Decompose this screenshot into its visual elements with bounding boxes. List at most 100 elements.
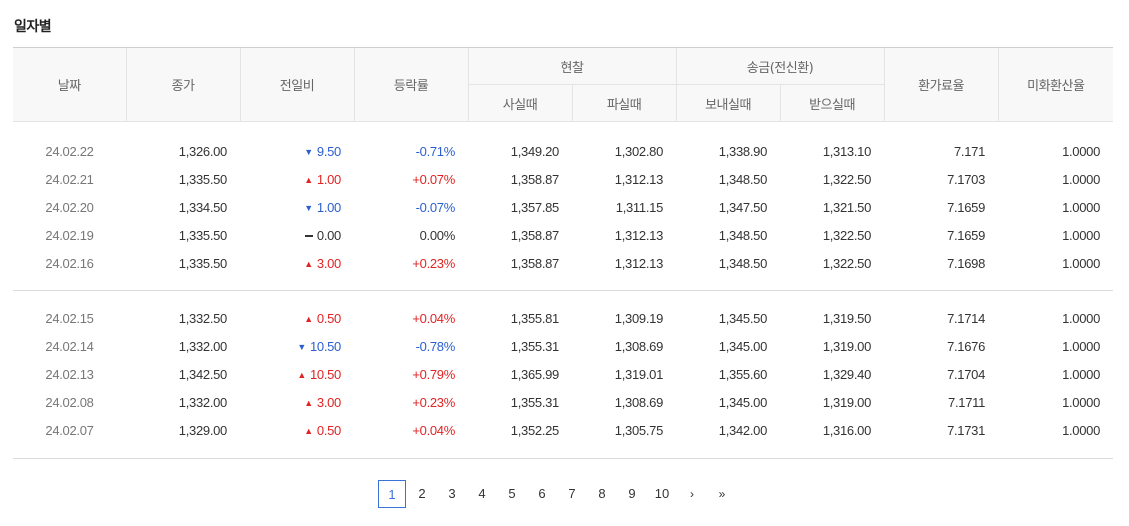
header-diff: 전일비 [239, 47, 354, 122]
table-body: 24.02.22 1,326.00 ▼ 9.50 -0.71% 1,349.20 1,302… [13, 122, 1114, 459]
diff-cell: 0.00 [240, 221, 354, 249]
page-3-button[interactable]: 3 [438, 480, 466, 508]
fx-rate-cell: 7.1703 [947, 171, 986, 187]
cash-sell-cell: 1,302.80 [614, 143, 664, 159]
table-row: 24.02.07 1,329.00 ▲ 0.50 +0.04% 1,352.25 1,305… [13, 416, 1113, 444]
cash-buy-cell: 1,355.31 [510, 338, 560, 354]
fx-rate-cell: 7.1676 [947, 338, 986, 354]
diff-value: 10.50 [309, 366, 341, 382]
last-page-button[interactable]: » [708, 480, 736, 508]
rate-cell: +0.04% [412, 422, 455, 438]
date-cell: 24.02.19 [45, 227, 94, 243]
page-10-button[interactable]: 10 [648, 480, 676, 508]
date-cell: 24.02.16 [45, 255, 94, 271]
remit-recv-cell: 1,322.50 [822, 171, 872, 187]
usd-rate-cell: 1.0000 [1062, 255, 1101, 271]
rate-cell: -0.78% [415, 338, 456, 354]
table-row: 24.02.14 1,332.00 ▼ 10.50 -0.78% 1,355.31 1,30… [13, 332, 1113, 360]
diff-value: 1.00 [316, 199, 341, 215]
cash-buy-cell: 1,358.87 [510, 255, 560, 271]
usd-rate-cell: 1.0000 [1062, 422, 1101, 438]
triangle-up-icon: ▲ [304, 397, 313, 408]
cash-sell-cell: 1,311.15 [615, 199, 664, 215]
usd-rate-cell: 1.0000 [1062, 394, 1101, 410]
usd-rate-cell: 1.0000 [1062, 310, 1101, 326]
remit-send-cell: 1,347.50 [718, 199, 768, 215]
page-6-button[interactable]: 6 [528, 480, 556, 508]
close-cell: 1,335.50 [178, 227, 228, 243]
section-title: 일자별 [14, 19, 52, 35]
diff-cell: ▼ 10.50 [240, 332, 354, 360]
page-7-button[interactable]: 7 [558, 480, 586, 508]
page-8-button[interactable]: 8 [588, 480, 616, 508]
triangle-down-icon: ▼ [304, 202, 313, 213]
remit-recv-cell: 1,322.50 [822, 227, 872, 243]
page-4-button[interactable]: 4 [468, 480, 496, 508]
remit-send-cell: 1,348.50 [718, 227, 768, 243]
cash-buy-cell: 1,357.85 [510, 199, 560, 215]
remit-send-cell: 1,348.50 [718, 255, 768, 271]
row-divider [13, 277, 1113, 291]
diff-cell: ▲ 0.50 [240, 304, 354, 332]
diff-value: 1.00 [316, 171, 341, 187]
close-cell: 1,332.00 [178, 394, 228, 410]
diff-value: 0.50 [316, 422, 341, 438]
fx-rate-cell: 7.1659 [947, 227, 986, 243]
fx-rate-cell: 7.1659 [947, 199, 986, 215]
header-cash: 현찰 [467, 47, 677, 85]
triangle-down-icon: ▼ [297, 341, 306, 352]
header-remit: 송금(전신환) [675, 47, 885, 85]
chevron-right-icon: › [690, 487, 694, 501]
dash-icon [304, 235, 313, 238]
diff-value: 3.00 [316, 255, 341, 271]
diff-value: 3.00 [316, 394, 341, 410]
cash-sell-cell: 1,312.13 [614, 227, 664, 243]
rate-cell: 0.00% [419, 227, 456, 243]
table-row: 24.02.08 1,332.00 ▲ 3.00 +0.23% 1,355.31 1,308… [13, 388, 1113, 416]
table-row: 24.02.21 1,335.50 ▲ 1.00 +0.07% 1,358.87 1,312… [13, 165, 1113, 193]
fx-rate-cell: 7.1704 [947, 366, 986, 382]
remit-recv-cell: 1,313.10 [822, 143, 872, 159]
usd-rate-cell: 1.0000 [1062, 199, 1101, 215]
date-cell: 24.02.14 [45, 338, 94, 354]
page-1-button[interactable]: 1 [378, 480, 406, 508]
remit-recv-cell: 1,322.50 [822, 255, 872, 271]
triangle-up-icon: ▲ [304, 174, 313, 185]
table-row: 24.02.16 1,335.50 ▲ 3.00 +0.23% 1,358.87 1,312… [13, 249, 1113, 277]
header-cash-sell: 파실때 [571, 84, 677, 122]
close-cell: 1,332.50 [178, 310, 228, 326]
header-date: 날짜 [13, 47, 126, 122]
page-9-button[interactable]: 9 [618, 480, 646, 508]
remit-recv-cell: 1,319.00 [822, 394, 872, 410]
rate-cell: -0.71% [415, 143, 456, 159]
usd-rate-cell: 1.0000 [1062, 143, 1101, 159]
row-divider [13, 291, 1113, 304]
cash-buy-cell: 1,355.31 [510, 394, 560, 410]
rate-cell: +0.23% [412, 255, 455, 271]
page-5-button[interactable]: 5 [498, 480, 526, 508]
cash-buy-cell: 1,349.20 [510, 143, 560, 159]
triangle-down-icon: ▼ [304, 146, 313, 157]
triangle-up-icon: ▲ [304, 313, 313, 324]
remit-recv-cell: 1,321.50 [822, 199, 872, 215]
remit-send-cell: 1,345.00 [718, 338, 768, 354]
cash-buy-cell: 1,365.99 [510, 366, 560, 382]
table-row: 24.02.13 1,342.50 ▲ 10.50 +0.79% 1,365.99 1,31… [13, 360, 1113, 388]
date-cell: 24.02.22 [45, 143, 94, 159]
cash-sell-cell: 1,308.69 [614, 338, 664, 354]
diff-value: 10.50 [309, 338, 341, 354]
cash-sell-cell: 1,319.01 [614, 366, 664, 382]
diff-value: 9.50 [316, 143, 341, 159]
cash-sell-cell: 1,305.75 [614, 422, 664, 438]
fx-rate-cell: 7.171 [953, 143, 986, 159]
close-cell: 1,334.50 [178, 199, 228, 215]
row-divider [13, 122, 1113, 138]
triangle-up-icon: ▲ [304, 258, 313, 269]
next-page-button[interactable]: › [678, 480, 706, 508]
cash-sell-cell: 1,312.13 [614, 255, 664, 271]
header-fx-rate: 환가료율 [883, 47, 999, 122]
cash-sell-cell: 1,308.69 [614, 394, 664, 410]
page-2-button[interactable]: 2 [408, 480, 436, 508]
close-cell: 1,335.50 [178, 171, 228, 187]
fx-rate-cell: 7.1711 [948, 394, 986, 410]
